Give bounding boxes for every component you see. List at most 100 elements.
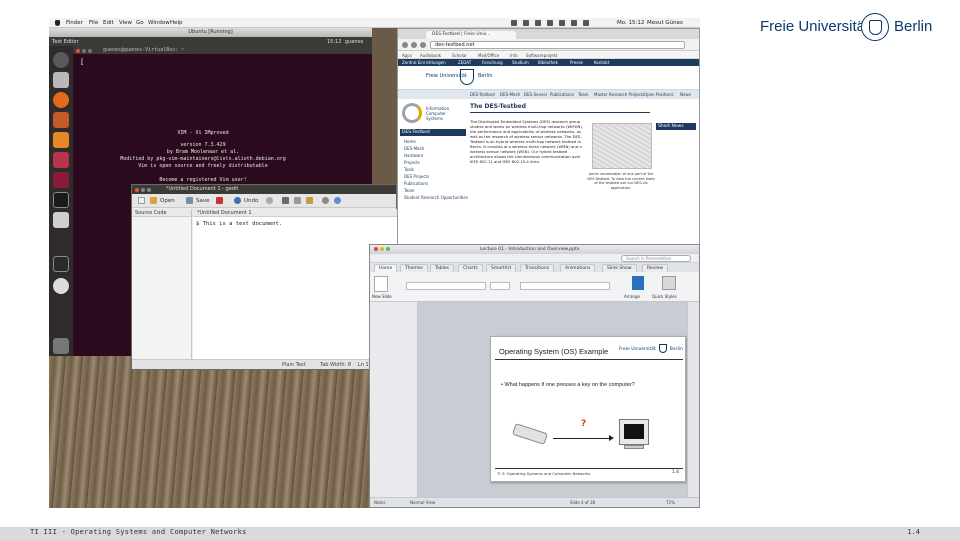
- site-menu-item[interactable]: DES-Testbed: [470, 92, 495, 97]
- wifi-icon[interactable]: [547, 20, 553, 26]
- ppt-vertical-scrollbar[interactable]: [687, 302, 699, 498]
- ppt-slide-thumbnails[interactable]: [370, 302, 418, 498]
- save-icon[interactable]: [186, 197, 193, 204]
- fu-link[interactable]: Presse: [570, 60, 583, 65]
- site-menu-item[interactable]: Master Research Projects: [594, 92, 644, 97]
- menu-view[interactable]: View: [119, 20, 132, 26]
- menu-go[interactable]: Go: [136, 20, 144, 26]
- tab-transitions[interactable]: Transitions: [520, 264, 555, 272]
- open-button[interactable]: Open: [160, 198, 175, 204]
- sidebar-item[interactable]: Student Research Opportunities: [400, 194, 468, 201]
- window-controls[interactable]: [76, 48, 94, 56]
- zoom-level[interactable]: 72%: [666, 500, 675, 505]
- settings-icon[interactable]: [53, 152, 69, 168]
- testbed-map-image[interactable]: [592, 123, 652, 169]
- tab-tables[interactable]: Tables: [430, 264, 454, 272]
- help-icon[interactable]: [53, 172, 69, 188]
- chrome-browser-window[interactable]: DES-Testbed | Freie Univ... des-testbed.…: [397, 28, 700, 266]
- text-editor-icon[interactable]: [53, 212, 69, 228]
- tab-slide-show[interactable]: Slide Show: [602, 264, 637, 272]
- site-menu-item[interactable]: Open Positions: [644, 92, 674, 97]
- font-size-dropdown[interactable]: [490, 282, 510, 290]
- address-bar[interactable]: des-testbed.net: [430, 41, 685, 49]
- tab-review[interactable]: Review: [642, 264, 669, 272]
- copy-icon[interactable]: [294, 197, 301, 204]
- redo-icon[interactable]: [266, 197, 273, 204]
- new-slide-icon[interactable]: [374, 276, 388, 292]
- sidebar-item[interactable]: Team: [400, 187, 466, 194]
- bookmark[interactable]: Mail/Office: [478, 53, 499, 58]
- tab-home[interactable]: Home: [374, 264, 398, 272]
- ppt-slide-canvas[interactable]: Operating System (OS) Example Freie Univ…: [418, 302, 688, 498]
- quick-styles-icon[interactable]: [662, 276, 676, 290]
- paste-icon[interactable]: [306, 197, 313, 204]
- arrange-icon[interactable]: [632, 276, 644, 290]
- volume-icon[interactable]: [559, 20, 565, 26]
- flag-icon[interactable]: [583, 20, 589, 26]
- sidebar-item[interactable]: Tools: [400, 166, 466, 173]
- menubar-user[interactable]: Mesut Günes: [647, 20, 683, 26]
- gedit-editor[interactable]: *Untitled Document 1 $ This is a text do…: [193, 209, 397, 361]
- back-icon[interactable]: [402, 42, 408, 48]
- bookmark[interactable]: Apps: [402, 53, 412, 58]
- workspace-icon[interactable]: [53, 256, 69, 272]
- sidebar-item[interactable]: Projects: [400, 159, 466, 166]
- sidebar-item[interactable]: Home: [400, 138, 466, 145]
- notes-label[interactable]: Notes: [374, 500, 386, 505]
- sidebar-item[interactable]: DES Projects: [400, 173, 466, 180]
- panel-user[interactable]: guenes: [345, 39, 363, 45]
- sidebar-item[interactable]: Hardware: [400, 152, 466, 159]
- fu-link[interactable]: Zentral Einrichtungen: [402, 60, 446, 65]
- new-document-icon[interactable]: [138, 197, 145, 204]
- menu-window[interactable]: Window: [148, 20, 170, 26]
- window-controls[interactable]: [374, 247, 392, 253]
- powerpoint-window[interactable]: Lecture 01 - Introduction and Overview.p…: [369, 244, 700, 508]
- bluetooth-icon[interactable]: [535, 20, 541, 26]
- firefox-icon[interactable]: [53, 92, 69, 108]
- sidebar-item[interactable]: DES-Mesh: [400, 145, 466, 152]
- ubuntu-one-icon[interactable]: [53, 132, 69, 148]
- save-button[interactable]: Save: [196, 198, 210, 204]
- disc-icon[interactable]: [53, 278, 69, 294]
- ubuntu-software-icon[interactable]: [53, 112, 69, 128]
- fu-link[interactable]: Bibliothek: [538, 60, 558, 65]
- bookmark[interactable]: Softwareprojekt: [526, 53, 558, 58]
- dash-icon[interactable]: [53, 52, 69, 68]
- terminal-icon[interactable]: [53, 192, 69, 208]
- menu-finder[interactable]: Finder: [66, 20, 83, 26]
- arrange-button[interactable]: Arrange: [624, 294, 640, 299]
- undo-icon[interactable]: [234, 197, 241, 204]
- tab-charts[interactable]: Charts: [458, 264, 483, 272]
- fu-link[interactable]: Forschung: [482, 60, 503, 65]
- site-menu-item[interactable]: News: [680, 92, 691, 97]
- tab-themes[interactable]: Themes: [400, 264, 428, 272]
- menu-help[interactable]: Help: [170, 20, 183, 26]
- fu-site-logo-right[interactable]: Berlin: [478, 73, 493, 79]
- tab-smartart[interactable]: SmartArt: [486, 264, 517, 272]
- site-menu-item[interactable]: DES-Mesh: [500, 92, 520, 97]
- ppt-search-input[interactable]: Search in Presentation: [621, 255, 691, 262]
- new-slide-button[interactable]: New Slide: [372, 294, 392, 299]
- site-menu-item[interactable]: Publications: [550, 92, 574, 97]
- tab-width-selector[interactable]: Tab Width: 8: [320, 362, 351, 368]
- cut-icon[interactable]: [282, 197, 289, 204]
- undo-button[interactable]: Undo: [244, 198, 258, 204]
- current-slide[interactable]: Operating System (OS) Example Freie Univ…: [490, 336, 686, 482]
- bookmark[interactable]: Audiobook: [420, 53, 441, 58]
- files-icon[interactable]: [53, 72, 69, 88]
- replace-icon[interactable]: [334, 197, 341, 204]
- gedit-window[interactable]: *Untitled Document 1 - gedit Open Save U…: [131, 184, 397, 370]
- menu-edit[interactable]: Edit: [103, 20, 114, 26]
- forward-icon[interactable]: [411, 42, 417, 48]
- print-icon[interactable]: [216, 197, 223, 204]
- bookmark[interactable]: Scholar: [452, 53, 467, 58]
- menu-file[interactable]: File: [89, 20, 98, 26]
- tab-animations[interactable]: Animations: [560, 264, 596, 272]
- site-menu-item[interactable]: DES-Sensor: [524, 92, 547, 97]
- bookmark[interactable]: Info: [510, 53, 518, 58]
- apple-icon[interactable]: [55, 20, 60, 26]
- browser-tab[interactable]: DES-Testbed | Freie Univ...: [426, 31, 516, 39]
- find-icon[interactable]: [322, 197, 329, 204]
- chrome-icon[interactable]: [523, 20, 529, 26]
- side-panel-header[interactable]: Source Code: [132, 209, 191, 217]
